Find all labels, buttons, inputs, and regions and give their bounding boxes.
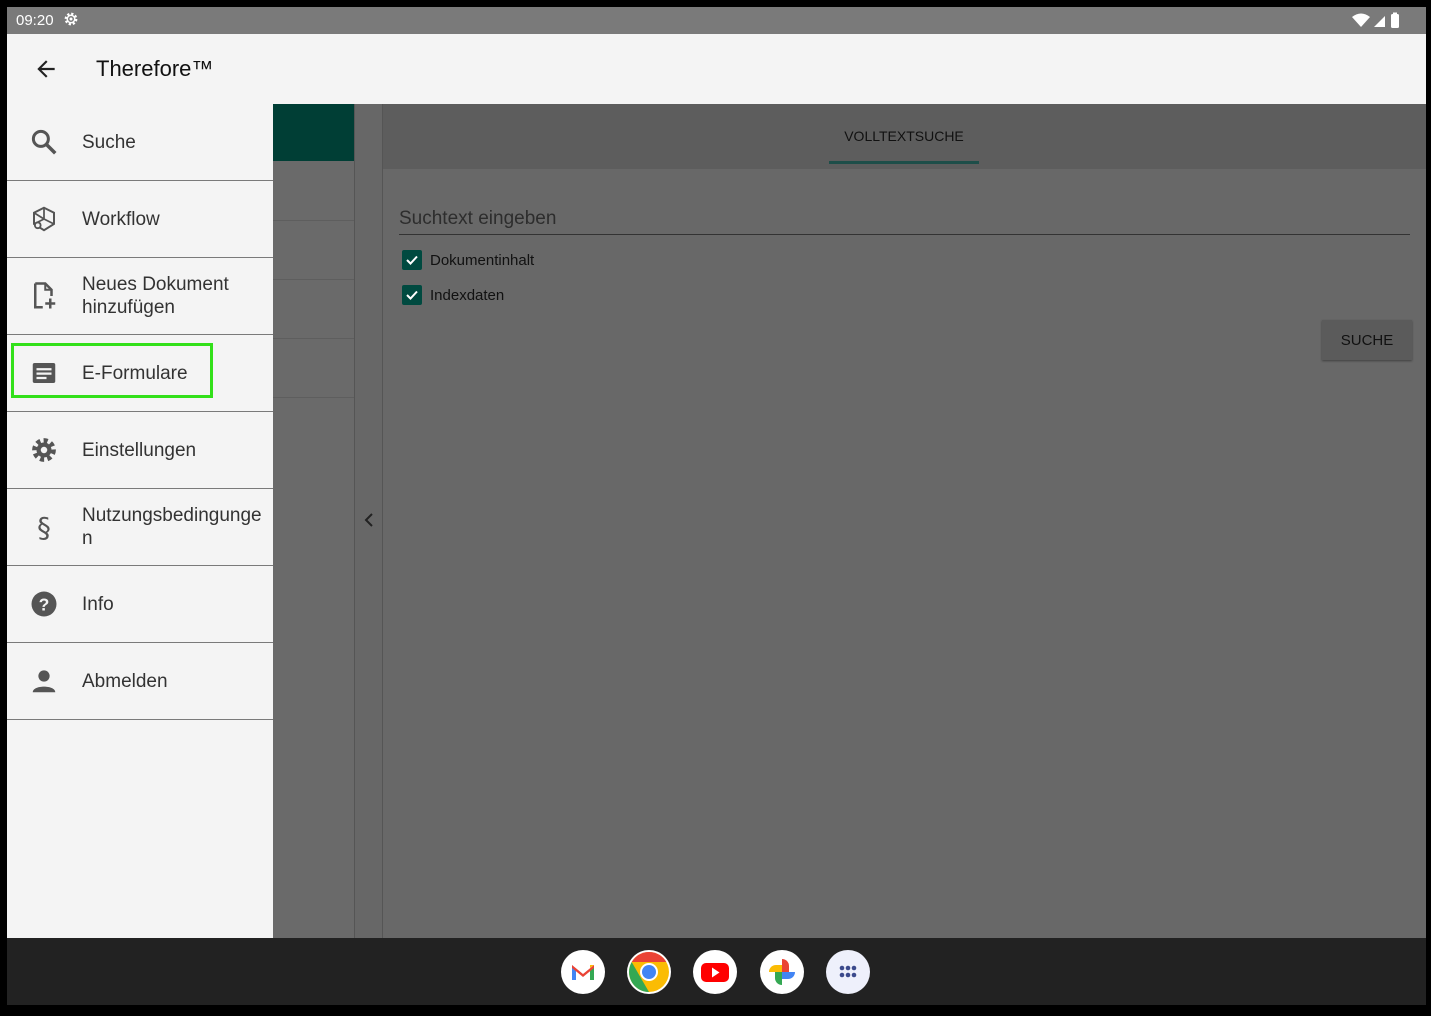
person-icon bbox=[32, 670, 56, 693]
battery-icon bbox=[1391, 14, 1399, 28]
app-bar: Therefore™ bbox=[7, 34, 1426, 104]
list-header bbox=[273, 104, 354, 161]
app-title: Therefore™ bbox=[96, 56, 214, 81]
app-drawer-icon[interactable] bbox=[826, 950, 870, 994]
menu-item-nutzungsbedingungen[interactable]: § Nutzungsbedingungen bbox=[7, 489, 273, 566]
menu-label: Suche bbox=[82, 132, 136, 153]
menu-label: Einstellungen bbox=[82, 440, 197, 461]
taskbar bbox=[7, 938, 1426, 1005]
list-item[interactable] bbox=[273, 220, 354, 280]
gmail-icon[interactable] bbox=[561, 950, 605, 994]
settings-gear-icon bbox=[64, 12, 78, 26]
highlight-box bbox=[11, 343, 213, 398]
search-icon bbox=[31, 129, 57, 155]
wifi-icon bbox=[1352, 13, 1370, 27]
menu-label: Info bbox=[82, 594, 114, 615]
chrome-icon[interactable] bbox=[627, 950, 671, 994]
search-text-input[interactable] bbox=[399, 204, 1410, 235]
search-button[interactable]: SUCHE bbox=[1322, 320, 1412, 360]
help-icon: ? bbox=[31, 591, 57, 617]
checkbox-label: Indexdaten bbox=[430, 287, 505, 304]
checkbox-checked-icon[interactable] bbox=[402, 250, 422, 270]
menu-label: Neues Dokument hinzufügen bbox=[82, 274, 229, 318]
menu-item-workflow[interactable]: Workflow bbox=[7, 181, 273, 258]
settings-gear-icon bbox=[32, 438, 56, 462]
menu-label: Workflow bbox=[82, 209, 160, 230]
search-pane: VOLLTEXTSUCHE Dokumentinhalt Indexdaten … bbox=[383, 104, 1426, 938]
back-arrow-icon[interactable] bbox=[33, 56, 59, 82]
tab-bar: VOLLTEXTSUCHE bbox=[383, 104, 1426, 169]
document-list-column bbox=[273, 104, 354, 938]
menu-item-suche[interactable]: Suche bbox=[7, 104, 273, 181]
tab-volltextsuche[interactable]: VOLLTEXTSUCHE bbox=[829, 104, 979, 164]
menu-item-neues-dokument[interactable]: Neues Dokument hinzufügen bbox=[7, 258, 273, 335]
device-screen: 09:20 Therefore™ VOLLTEXTSUCHE Suchtext … bbox=[7, 7, 1426, 1005]
panel-splitter[interactable] bbox=[354, 104, 383, 938]
chevron-left-icon[interactable] bbox=[363, 512, 375, 528]
menu-item-info[interactable]: ? Info bbox=[7, 566, 273, 643]
svg-text:§: § bbox=[37, 512, 51, 542]
youtube-icon[interactable] bbox=[693, 950, 737, 994]
status-bar: 09:20 bbox=[7, 7, 1426, 34]
tab-indicator bbox=[829, 161, 979, 164]
list-item[interactable] bbox=[273, 279, 354, 339]
menu-item-einstellungen[interactable]: Einstellungen bbox=[7, 412, 273, 489]
svg-text:?: ? bbox=[39, 594, 50, 614]
status-time: 09:20 bbox=[16, 12, 54, 29]
menu-item-abmelden[interactable]: Abmelden bbox=[7, 643, 273, 720]
menu-label: Nutzungsbedingungen bbox=[82, 505, 262, 549]
navigation-drawer: Suche Workflow Neues Dokument hinzufügen bbox=[7, 104, 273, 938]
checkbox-checked-icon[interactable] bbox=[402, 285, 422, 305]
photos-icon[interactable] bbox=[760, 950, 804, 994]
system-status-icons bbox=[1352, 12, 1399, 28]
list-item[interactable] bbox=[273, 161, 354, 221]
signal-icon bbox=[1374, 16, 1385, 27]
list-item[interactable] bbox=[273, 338, 354, 398]
add-document-icon bbox=[34, 282, 56, 309]
checkbox-label: Dokumentinhalt bbox=[430, 252, 535, 269]
menu-label: Abmelden bbox=[82, 671, 168, 692]
paragraph-icon: § bbox=[37, 512, 51, 542]
workflow-icon bbox=[33, 206, 55, 232]
